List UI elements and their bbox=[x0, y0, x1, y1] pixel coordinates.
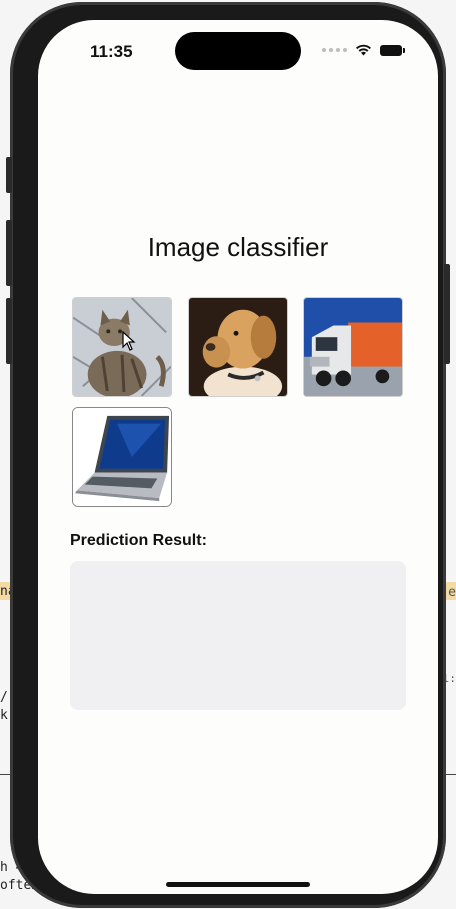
battery-icon bbox=[380, 44, 405, 56]
dog-picture bbox=[189, 298, 287, 396]
mouse-cursor-icon bbox=[122, 331, 136, 351]
prediction-result-label: Prediction Result: bbox=[70, 532, 207, 549]
background-text: e bbox=[448, 585, 456, 600]
cellular-signal-icon bbox=[322, 48, 347, 52]
mute-switch bbox=[6, 157, 12, 193]
power-button bbox=[444, 264, 450, 364]
dog-image[interactable] bbox=[188, 297, 288, 397]
phone-frame: 11:35 Image classifier Prediction Result… bbox=[6, 2, 450, 908]
laptop-image[interactable] bbox=[72, 407, 172, 507]
wifi-icon bbox=[356, 44, 371, 56]
volume-up-button bbox=[6, 220, 12, 286]
background-text: / bbox=[0, 690, 8, 705]
prediction-result-box bbox=[70, 561, 406, 710]
page-title: Image classifier bbox=[147, 232, 329, 262]
phone-screen: 11:35 Image classifier Prediction Result… bbox=[38, 20, 438, 894]
status-time: 11:35 bbox=[90, 42, 133, 61]
laptop-picture bbox=[73, 408, 171, 506]
home-indicator[interactable] bbox=[166, 882, 310, 887]
status-icons bbox=[322, 44, 405, 56]
truck-image[interactable] bbox=[303, 297, 403, 397]
dynamic-island bbox=[175, 32, 301, 70]
background-text: k bbox=[0, 708, 8, 723]
volume-down-button bbox=[6, 298, 12, 364]
truck-picture bbox=[304, 298, 402, 396]
